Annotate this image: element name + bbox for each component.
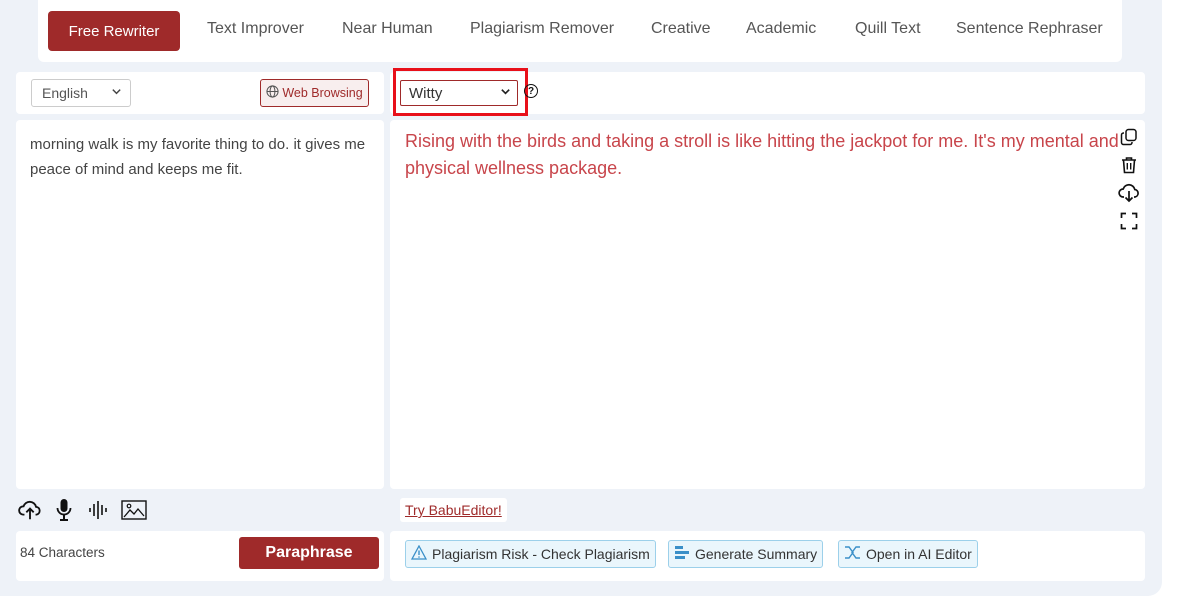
- check-plagiarism-label: Plagiarism Risk - Check Plagiarism: [432, 546, 650, 562]
- trash-icon[interactable]: [1118, 154, 1140, 176]
- try-babueditor-link[interactable]: Try BabuEditor!: [400, 498, 507, 522]
- output-footer: Plagiarism Risk - Check Plagiarism Gener…: [390, 531, 1145, 581]
- globe-icon: [266, 85, 279, 101]
- open-ai-editor-label: Open in AI Editor: [866, 546, 972, 562]
- output-panel: Rising with the birds and taking a strol…: [390, 120, 1145, 489]
- open-ai-editor-button[interactable]: Open in AI Editor: [838, 540, 978, 568]
- output-toolbar: Witty ?: [390, 68, 1145, 116]
- input-toolbar: English Web Browsing: [16, 72, 384, 114]
- generate-summary-button[interactable]: Generate Summary: [668, 540, 824, 568]
- tab-quill-text[interactable]: Quill Text: [855, 20, 921, 38]
- warning-icon: [410, 544, 428, 563]
- image-icon[interactable]: [120, 497, 148, 523]
- tab-creative[interactable]: Creative: [651, 20, 711, 38]
- output-side-tools: [1118, 126, 1140, 232]
- generate-summary-label: Generate Summary: [695, 546, 818, 562]
- tone-mode-select[interactable]: Witty: [400, 80, 518, 106]
- tab-academic[interactable]: Academic: [746, 20, 816, 38]
- upload-icon[interactable]: [18, 497, 42, 523]
- check-plagiarism-button[interactable]: Plagiarism Risk - Check Plagiarism: [405, 540, 656, 568]
- tab-sentence-rephraser[interactable]: Sentence Rephraser: [956, 20, 1103, 38]
- chevron-down-icon: [500, 86, 511, 100]
- web-browsing-button[interactable]: Web Browsing: [260, 79, 369, 107]
- input-footer: 84 Characters Paraphrase: [16, 531, 384, 581]
- tone-mode-value: Witty: [409, 84, 443, 102]
- tab-plagiarism-remover[interactable]: Plagiarism Remover: [470, 20, 614, 38]
- mode-tab-bar: Free Rewriter Text Improver Near Human P…: [38, 0, 1122, 62]
- audio-wave-icon[interactable]: [86, 497, 110, 523]
- microphone-icon[interactable]: [52, 497, 76, 523]
- language-value: English: [42, 85, 88, 101]
- character-count: 84 Characters: [20, 545, 105, 560]
- tab-near-human[interactable]: Near Human: [342, 20, 433, 38]
- output-text[interactable]: Rising with the birds and taking a strol…: [405, 128, 1125, 182]
- summary-icon: [674, 545, 690, 563]
- copy-icon[interactable]: [1118, 126, 1140, 148]
- language-select[interactable]: English: [31, 79, 131, 107]
- ai-editor-icon: [844, 545, 861, 563]
- download-icon[interactable]: [1118, 182, 1140, 204]
- paraphrase-button[interactable]: Paraphrase: [239, 537, 379, 569]
- tab-free-rewriter[interactable]: Free Rewriter: [48, 11, 180, 51]
- help-icon[interactable]: ?: [524, 84, 538, 98]
- tab-text-improver[interactable]: Text Improver: [207, 20, 304, 38]
- chevron-down-icon: [111, 86, 122, 100]
- input-text: morning walk is my favorite thing to do.…: [30, 136, 366, 178]
- input-textarea[interactable]: morning walk is my favorite thing to do.…: [16, 120, 384, 489]
- fullscreen-icon[interactable]: [1118, 210, 1140, 232]
- input-tools: [18, 497, 148, 523]
- web-browsing-label: Web Browsing: [282, 86, 363, 100]
